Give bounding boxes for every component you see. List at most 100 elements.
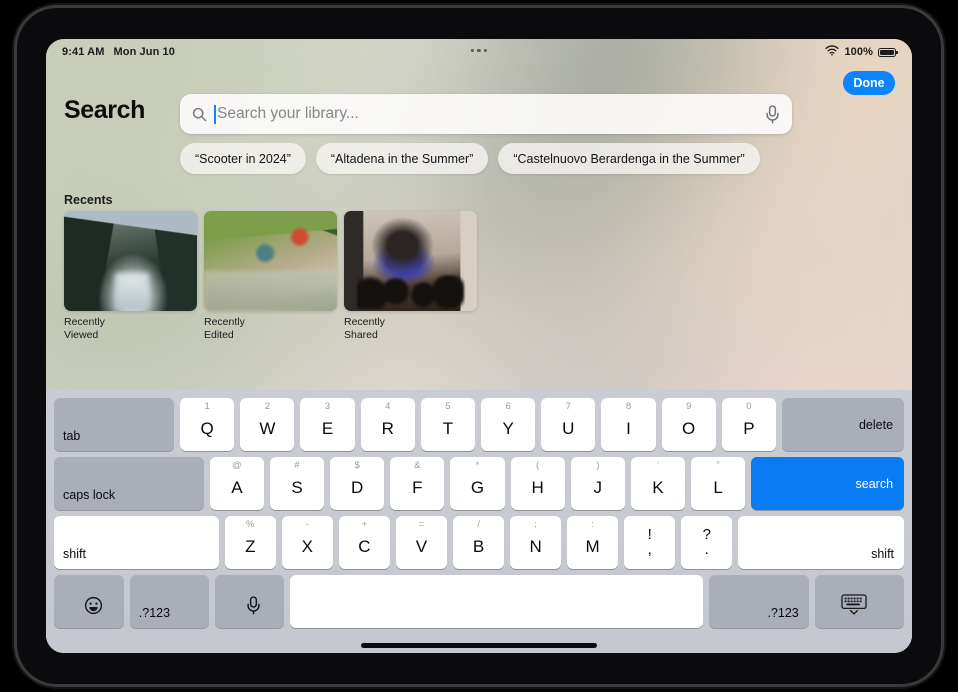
key-d[interactable]: $ D [330,457,385,510]
key-alt-label: 2 [264,401,270,412]
suggestion-chip-2[interactable]: “Castelnuovo Berardenga in the Summer” [498,143,760,174]
status-bar: 9:41 AM Mon Jun 10 100% [46,39,912,65]
key-w[interactable]: 2W [240,398,295,451]
key-alt-label: ? [702,526,711,543]
key-h[interactable]: (H [510,457,565,510]
key-dismiss-keyboard[interactable] [814,575,905,628]
key-p[interactable]: 0P [721,398,776,451]
recents-item-label-line1: Recently [64,316,105,328]
status-bar-left: 9:41 AM Mon Jun 10 [62,46,175,58]
key-shift-left[interactable]: shift [54,516,219,569]
search-suggestions: “Scooter in 2024” “Altadena in the Summe… [180,143,760,174]
key-dictation[interactable] [214,575,285,628]
key-main-label: shift [871,547,895,561]
suggestion-chip-1[interactable]: “Altadena in the Summer” [315,143,489,174]
key-alt-label: 1 [204,401,210,412]
key-main-label: Y [502,419,514,438]
key-main-label: Q [200,419,214,438]
key-main-label: .?123 [767,606,799,620]
home-indicator[interactable] [361,643,597,648]
recents-item-label: Recently Shared [344,316,477,341]
text-cursor [214,104,216,124]
key-s[interactable]: # S [269,457,325,510]
key-alt-label: ) [596,460,600,471]
recents-item-label-line2: Viewed [64,328,99,341]
key-v[interactable]: = V [395,516,447,569]
key-k[interactable]: ‘K [630,457,686,510]
key-main-label: tab [63,429,81,443]
wifi-icon [825,45,840,59]
key-l[interactable]: ” L [691,457,746,510]
key-a[interactable]: @ A [209,457,264,510]
key-numbers-right[interactable]: .?123 [709,575,809,628]
recents-item-label: Recently Viewed [64,316,197,341]
key-search[interactable]: search [751,457,905,510]
key-question-period[interactable]: ?. [681,516,733,569]
keyboard-dismiss-icon [841,594,877,628]
key-c[interactable]: + C [338,516,390,569]
microphone-icon[interactable] [765,104,780,124]
key-tab[interactable]: tab [54,398,175,451]
key-e[interactable]: 3E [300,398,355,451]
key-alt-label: ‘ [656,460,660,471]
key-shift-right[interactable]: shift [738,516,905,569]
key-exclam-comma[interactable]: !, [624,516,676,569]
page-title: Search [64,96,145,124]
key-alt-label: ( [536,460,540,471]
recents-item-recently-edited[interactable]: Recently Edited [204,211,337,341]
recents-item-label-line2: Edited [204,328,234,341]
key-r[interactable]: 4R [360,398,415,451]
recents-item-recently-viewed[interactable]: Recently Viewed [64,211,197,341]
key-numbers-left[interactable]: .?123 [129,575,209,628]
done-button[interactable]: Done [843,71,895,95]
key-main-label: C [358,537,371,556]
ipad-screen: 9:41 AM Mon Jun 10 100% Done Search Sear… [46,39,912,653]
key-alt-label: 6 [505,401,511,412]
key-alt-label: * [475,460,480,471]
suggestion-chip-0[interactable]: “Scooter in 2024” [180,143,306,174]
keyboard-row-2: caps lock @ A # S $ D & F * G(H) J ‘K” Lsearch [50,457,908,510]
key-f[interactable]: & F [390,457,445,510]
key-alt-label: + [361,519,368,530]
key-x[interactable]: -X [281,516,333,569]
key-q[interactable]: 1Q [180,398,235,451]
key-main-label: Z [245,537,256,556]
emoji-smiley-icon [75,596,103,628]
key-main-label: O [682,419,696,438]
key-emoji[interactable] [54,575,124,628]
key-u[interactable]: 7U [541,398,596,451]
magnifying-glass-icon [192,107,207,122]
key-caps-lock[interactable]: caps lock [54,457,204,510]
key-main-label: P [743,419,755,438]
key-main-label: S [291,478,303,497]
search-input[interactable]: Search your library... [180,94,792,134]
microphone-icon [237,596,261,628]
key-delete[interactable]: delete [781,398,905,451]
key-main-label: F [412,478,423,497]
key-g[interactable]: * G [450,457,505,510]
key-m[interactable]: :M [567,516,619,569]
key-j[interactable]: ) J [570,457,625,510]
key-i[interactable]: 8I [601,398,656,451]
key-n[interactable]: ; N [510,516,562,569]
recents-item-label: Recently Edited [204,316,337,341]
multitasking-dots-icon[interactable] [470,49,488,53]
key-spacebar[interactable] [290,575,704,628]
recents-item-recently-shared[interactable]: Recently Shared [344,211,477,341]
key-main-label: M [585,537,600,556]
key-b[interactable]: / B [452,516,505,569]
key-alt-label: = [418,519,425,530]
recents-list: Recently Viewed Recently Edited Recently… [64,211,477,341]
key-main-label: D [351,478,364,497]
status-bar-right: 100% [825,45,898,59]
key-alt-label: ; [534,519,537,530]
key-alt-label: # [294,460,300,471]
key-y[interactable]: 6Y [481,398,536,451]
key-o[interactable]: 9O [661,398,716,451]
key-main-label: B [472,537,485,556]
key-z[interactable]: % Z [224,516,276,569]
ipad-device-frame: 9:41 AM Mon Jun 10 100% Done Search Sear… [17,8,941,684]
key-t[interactable]: 5T [420,398,476,451]
key-alt-label: & [414,460,421,471]
key-main-label: G [470,478,485,497]
